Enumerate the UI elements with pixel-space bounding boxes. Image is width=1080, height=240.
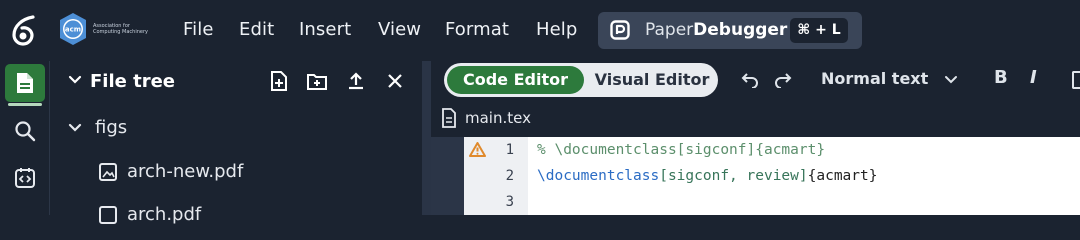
file-tree-header: File tree <box>50 61 422 101</box>
left-rail <box>0 61 50 215</box>
acm-logo: acm Association for Computing Machinery <box>58 12 155 46</box>
acm-name: Association for Computing Machinery <box>93 23 148 35</box>
line-number: 2 <box>505 168 514 184</box>
menu-bar: acm Association for Computing Machinery … <box>0 0 1080 61</box>
overleaf-logo-icon[interactable] <box>8 14 40 48</box>
code-editor[interactable]: % \documentclass[sigconf]{acmart} \docum… <box>528 137 1080 215</box>
file-tree-title: File tree <box>90 71 176 92</box>
code-line[interactable]: % \documentclass[sigconf]{acmart} <box>528 137 1080 163</box>
acm-badge-icon: acm <box>60 13 86 45</box>
file-tab-bar: main.tex <box>431 99 1080 137</box>
image-file-icon <box>99 163 117 181</box>
paper-debugger-icon <box>610 20 630 40</box>
chevron-down-icon[interactable] <box>68 75 82 85</box>
tree-item-figs[interactable]: figs <box>50 109 422 149</box>
editor-mode-toggle: Code Editor Visual Editor <box>444 63 718 97</box>
tree-item-arch[interactable]: arch.pdf <box>50 196 422 236</box>
paper-debugger-label-regular: Paper <box>645 20 694 40</box>
file-document-icon <box>17 73 33 93</box>
file-tab-name[interactable]: main.tex <box>465 109 531 127</box>
code-line[interactable] <box>528 189 1080 215</box>
code-line[interactable]: \documentclass[sigconf, review]{acmart} <box>528 163 1080 189</box>
line-number: 1 <box>505 142 514 158</box>
tree-item-arch-new[interactable]: arch-new.pdf <box>50 153 422 193</box>
rail-file-tree-button[interactable] <box>5 64 45 102</box>
new-folder-icon[interactable] <box>306 71 328 91</box>
panel-splitter[interactable] <box>422 61 431 215</box>
menu-file[interactable]: File <box>183 19 214 40</box>
file-tree-panel: File tree figs arch-new.pdf arch.pdf <box>50 61 422 225</box>
editor-toolbar: Code Editor Visual Editor Normal text B … <box>431 61 1080 99</box>
visual-editor-tab[interactable]: Visual Editor <box>590 66 714 94</box>
menu-insert[interactable]: Insert <box>299 19 351 40</box>
line-number: 3 <box>505 194 514 210</box>
tree-item-label: arch.pdf <box>127 204 202 225</box>
close-icon[interactable] <box>387 73 403 89</box>
menu-view[interactable]: View <box>378 19 421 40</box>
undo-icon[interactable] <box>741 72 759 88</box>
chevron-down-icon[interactable] <box>944 75 958 85</box>
more-tools-icon[interactable] <box>1072 71 1080 89</box>
paper-debugger-button[interactable]: PaperDebugger ⌘ + L <box>598 12 862 49</box>
rail-active-indicator <box>8 103 42 106</box>
shortcut-badge: ⌘ + L <box>790 18 848 43</box>
text-style-dropdown[interactable]: Normal text <box>821 69 928 88</box>
tree-item-label: figs <box>95 117 128 138</box>
italic-button[interactable]: I <box>1030 67 1037 88</box>
chevron-down-icon <box>68 123 82 132</box>
menu-format[interactable]: Format <box>445 19 509 40</box>
acm-badge-text: acm <box>65 26 81 34</box>
new-file-icon[interactable] <box>270 71 288 91</box>
code-comment: % \documentclass[sigconf]{acmart} <box>537 142 826 158</box>
menu-edit[interactable]: Edit <box>239 19 274 40</box>
code-integration-icon[interactable] <box>13 166 37 190</box>
menu-help[interactable]: Help <box>536 19 577 40</box>
search-icon[interactable] <box>14 120 36 142</box>
upload-icon[interactable] <box>346 71 366 91</box>
code-editor-tab[interactable]: Code Editor <box>447 66 584 94</box>
paper-debugger-label: PaperDebugger <box>645 20 787 40</box>
paper-debugger-label-bold: Debugger <box>693 20 788 40</box>
bold-button[interactable]: B <box>994 67 1008 88</box>
redo-icon[interactable] <box>774 72 792 88</box>
image-file-icon <box>99 206 117 224</box>
tree-item-label: arch-new.pdf <box>127 161 244 182</box>
code-options: [sigconf, review] <box>659 168 808 184</box>
file-icon <box>442 108 456 128</box>
code-command: \documentclass <box>537 168 660 184</box>
code-argument: {acmart} <box>807 168 878 184</box>
